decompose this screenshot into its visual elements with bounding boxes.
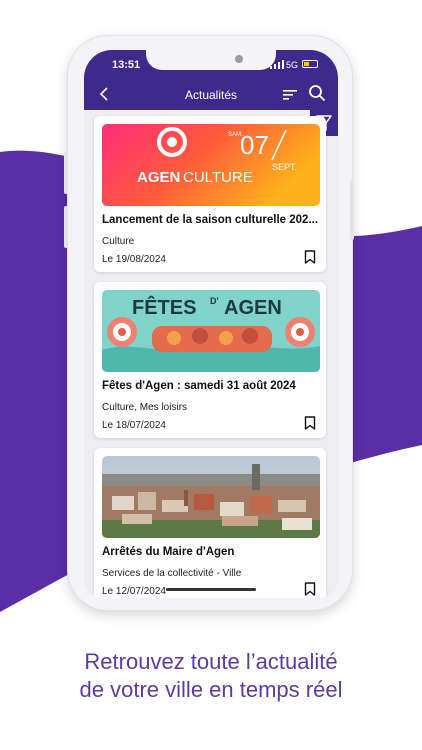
news-date: Le 18/07/2024 (102, 420, 166, 431)
news-title: Lancement de la saison culturelle 202... (102, 214, 319, 226)
app-screen: 13:51 5G Actualités AGEN CULTURE SAM. 07… (84, 50, 338, 598)
news-date: Le 12/07/2024 (102, 586, 166, 597)
battery-icon (302, 60, 318, 68)
phone-side-button (64, 152, 68, 194)
image-word2: D' (210, 296, 219, 306)
network-label: 5G (286, 60, 299, 70)
phone-side-button (64, 206, 68, 248)
bookmark-icon[interactable] (304, 250, 316, 264)
tagline: Retrouvez toute l’actualité de votre vil… (0, 648, 422, 704)
page-title: Actualités (184, 88, 238, 102)
back-icon[interactable] (98, 86, 112, 102)
news-category: Culture (102, 236, 135, 247)
image-brand-b: CULTURE (183, 169, 253, 186)
news-category: Services de la collectivité - Ville (102, 568, 242, 579)
bookmark-icon[interactable] (304, 416, 316, 430)
search-icon[interactable] (308, 84, 326, 102)
news-image: AGEN CULTURE SAM. 07 SEPT. (102, 124, 320, 206)
home-indicator (166, 588, 256, 591)
status-time: 13:51 (112, 59, 141, 71)
signal-icon (270, 60, 284, 69)
camera-icon (235, 55, 243, 63)
status-bar: 13:51 5G (84, 50, 338, 76)
news-title: Arrêtés du Maire d'Agen (102, 546, 235, 558)
tagline-line-2: de votre ville en temps réel (79, 677, 343, 702)
news-title: Fêtes d'Agen : samedi 31 août 2024 (102, 380, 296, 392)
phone-notch (146, 50, 276, 70)
news-card[interactable]: FÊTES D' AGEN Fêtes d'Agen : samedi 31 a… (94, 282, 326, 438)
image-word3: AGEN (224, 297, 282, 319)
news-card[interactable]: AGEN CULTURE SAM. 07 SEPT. Lancement de … (94, 116, 326, 272)
news-card[interactable]: Arrêtés du Maire d'Agen Services de la c… (94, 448, 326, 598)
image-day: 07 (240, 130, 269, 160)
phone-side-button (350, 180, 354, 240)
image-brand-a: AGEN (137, 169, 180, 186)
image-word1: FÊTES (132, 295, 196, 319)
bookmark-icon[interactable] (304, 582, 316, 596)
image-month: SEPT. (272, 162, 297, 172)
news-date: Le 19/08/2024 (102, 254, 166, 265)
sort-icon[interactable] (282, 88, 298, 102)
news-category: Culture, Mes loisirs (102, 402, 188, 413)
news-image (102, 456, 320, 538)
news-image: FÊTES D' AGEN (102, 290, 320, 372)
tagline-line-1: Retrouvez toute l’actualité (84, 649, 338, 674)
